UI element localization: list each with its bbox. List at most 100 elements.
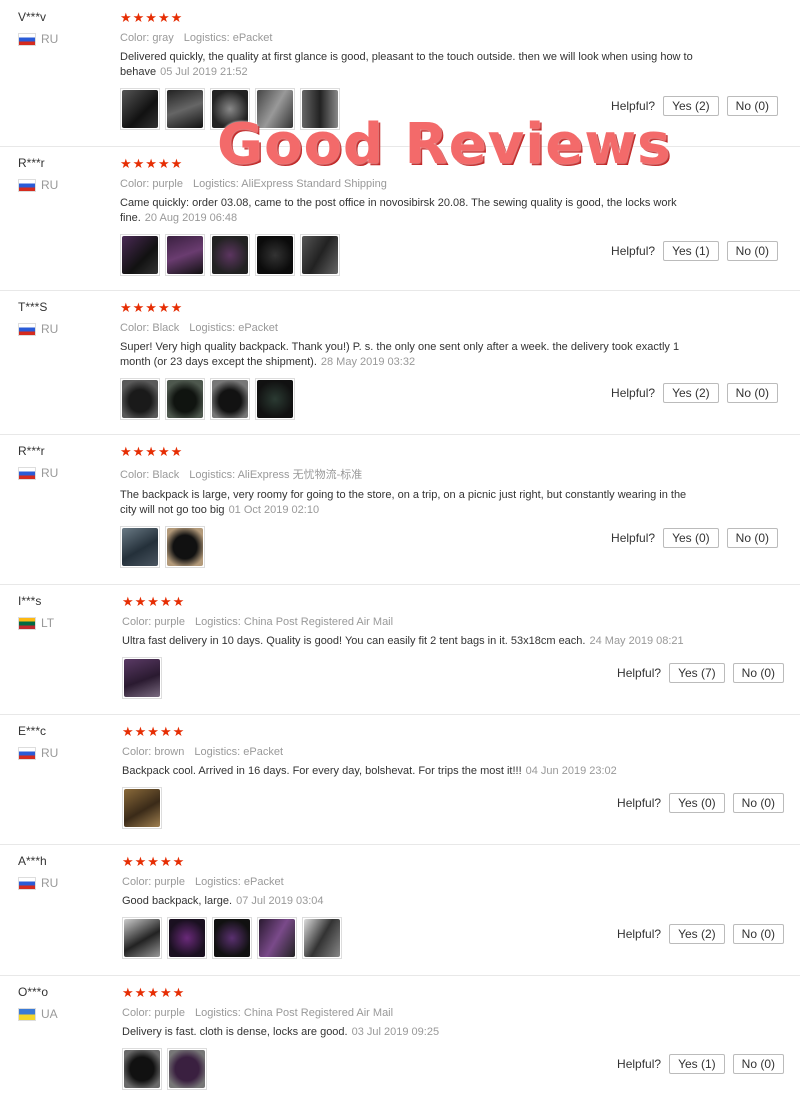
review-text: Good backpack, large. 07 Jul 2019 03:04 [122,895,324,907]
helpful-yes-button[interactable]: Yes (1) [663,241,719,261]
helpful-yes-button[interactable]: Yes (2) [663,383,719,403]
review-photo[interactable] [167,917,207,959]
helpful-controls: Helpful? Yes (2) No (0) [617,924,784,944]
review-photo[interactable] [212,917,252,959]
helpful-yes-button[interactable]: Yes (0) [669,793,725,813]
helpful-controls: Helpful? Yes (7) No (0) [617,663,784,683]
review-text: Ultra fast delivery in 10 days. Quality … [122,635,684,647]
review-item: O***o UA ★★★★★ Color: purple Logistics: C… [0,975,800,1111]
reviewer-name: R***r [18,444,45,458]
flag-icon [18,466,36,480]
review-content: ★★★★★ Color: brown Logistics: ePacket Bac… [122,724,742,829]
review-item: R***r RU ★★★★★ Color: Black Logistics: Al… [0,434,800,585]
reviewer-country: RU [18,466,58,480]
review-photo[interactable] [122,917,162,959]
helpful-controls: Helpful? Yes (0) No (0) [611,528,778,548]
review-date: 07 Jul 2019 03:04 [236,895,324,907]
review-date: 28 May 2019 03:32 [320,356,416,368]
review-photo[interactable] [302,917,342,959]
helpful-label: Helpful? [611,531,656,545]
helpful-no-button[interactable]: No (0) [726,528,778,548]
review-text: Delivery is fast. cloth is dense, locks … [122,1026,440,1038]
star-rating: ★★★★★ [120,300,184,315]
review-photo[interactable] [165,526,205,568]
reviewer-country: RU [18,746,58,760]
review-photo[interactable] [210,234,250,276]
star-rating: ★★★★★ [122,724,186,739]
helpful-no-button[interactable]: No (0) [732,793,784,813]
review-photo[interactable] [257,917,297,959]
flag-icon [18,322,36,336]
review-photo[interactable] [167,1048,207,1090]
helpful-no-button[interactable]: No (0) [732,1054,784,1074]
reviewer-country: RU [18,178,58,192]
helpful-label: Helpful? [617,796,662,810]
review-photo[interactable] [165,378,205,420]
review-photo[interactable] [120,88,160,130]
flag-icon [18,178,36,192]
review-photo[interactable] [255,234,295,276]
review-content: ★★★★★ Color: purple Logistics: China Post… [122,594,742,699]
review-item: T***S RU ★★★★★ Color: Black Logistics: eP… [0,290,800,435]
review-meta: Color: purple Logistics: ePacket [122,876,284,888]
review-meta: Color: purple Logistics: China Post Regis… [122,1007,394,1019]
review-photo[interactable] [122,657,162,699]
flag-icon [18,1007,36,1021]
helpful-no-button[interactable]: No (0) [726,383,778,403]
review-photo[interactable] [120,234,160,276]
helpful-no-button[interactable]: No (0) [726,241,778,261]
review-date: 05 Jul 2019 21:52 [160,66,248,78]
review-item: A***h RU ★★★★★ Color: purple Logistics: e… [0,844,800,976]
review-photo[interactable] [165,234,205,276]
review-item: E***c RU ★★★★★ Color: brown Logistics: eP… [0,714,800,845]
helpful-label: Helpful? [611,244,656,258]
helpful-label: Helpful? [617,1057,662,1071]
helpful-yes-button[interactable]: Yes (2) [669,924,725,944]
review-photo[interactable] [120,526,160,568]
review-date: 01 Oct 2019 02:10 [228,504,320,516]
helpful-yes-button[interactable]: Yes (7) [669,663,725,683]
review-text: Delivered quickly, the quality at first … [120,51,693,78]
reviewer-name: R***r [18,156,45,170]
helpful-label: Helpful? [611,99,656,113]
review-meta: Color: Black Logistics: ePacket [120,322,278,334]
review-content: ★★★★★ Color: purple Logistics: China Post… [122,985,742,1090]
helpful-label: Helpful? [611,386,656,400]
helpful-controls: Helpful? Yes (1) No (0) [611,241,778,261]
good-reviews-banner: Good Reviews [217,112,672,177]
helpful-label: Helpful? [617,666,662,680]
reviewer-name: A***h [18,854,47,868]
star-rating: ★★★★★ [120,444,184,459]
review-photo[interactable] [122,787,162,829]
helpful-yes-button[interactable]: Yes (1) [669,1054,725,1074]
star-rating: ★★★★★ [122,594,186,609]
helpful-controls: Helpful? Yes (1) No (0) [617,1054,784,1074]
flag-icon [18,32,36,46]
star-rating: ★★★★★ [122,985,186,1000]
flag-icon [18,876,36,890]
review-photo[interactable] [122,1048,162,1090]
review-date: 03 Jul 2019 09:25 [351,1026,440,1038]
reviewer-name: I***s [18,594,42,608]
helpful-no-button[interactable]: No (0) [732,663,784,683]
flag-icon [18,616,36,630]
review-photo[interactable] [255,378,295,420]
helpful-no-button[interactable]: No (0) [726,96,778,116]
review-photo[interactable] [300,234,340,276]
review-photo[interactable] [210,378,250,420]
flag-icon [18,746,36,760]
review-photo[interactable] [165,88,205,130]
helpful-no-button[interactable]: No (0) [732,924,784,944]
helpful-yes-button[interactable]: Yes (2) [663,96,719,116]
review-meta: Color: gray Logistics: ePacket [120,32,273,44]
helpful-controls: Helpful? Yes (2) No (0) [611,383,778,403]
helpful-yes-button[interactable]: Yes (0) [663,528,719,548]
review-meta: Color: Black Logistics: AliExpress 无忧物流-标… [120,469,363,481]
review-photo[interactable] [120,378,160,420]
review-date: 20 Aug 2019 06:48 [144,212,238,224]
reviewer-name: O***o [18,985,49,999]
reviewer-country: RU [18,322,58,336]
reviewer-name: E***c [18,724,47,738]
star-rating: ★★★★★ [120,10,184,25]
reviewer-name: T***S [18,300,48,314]
